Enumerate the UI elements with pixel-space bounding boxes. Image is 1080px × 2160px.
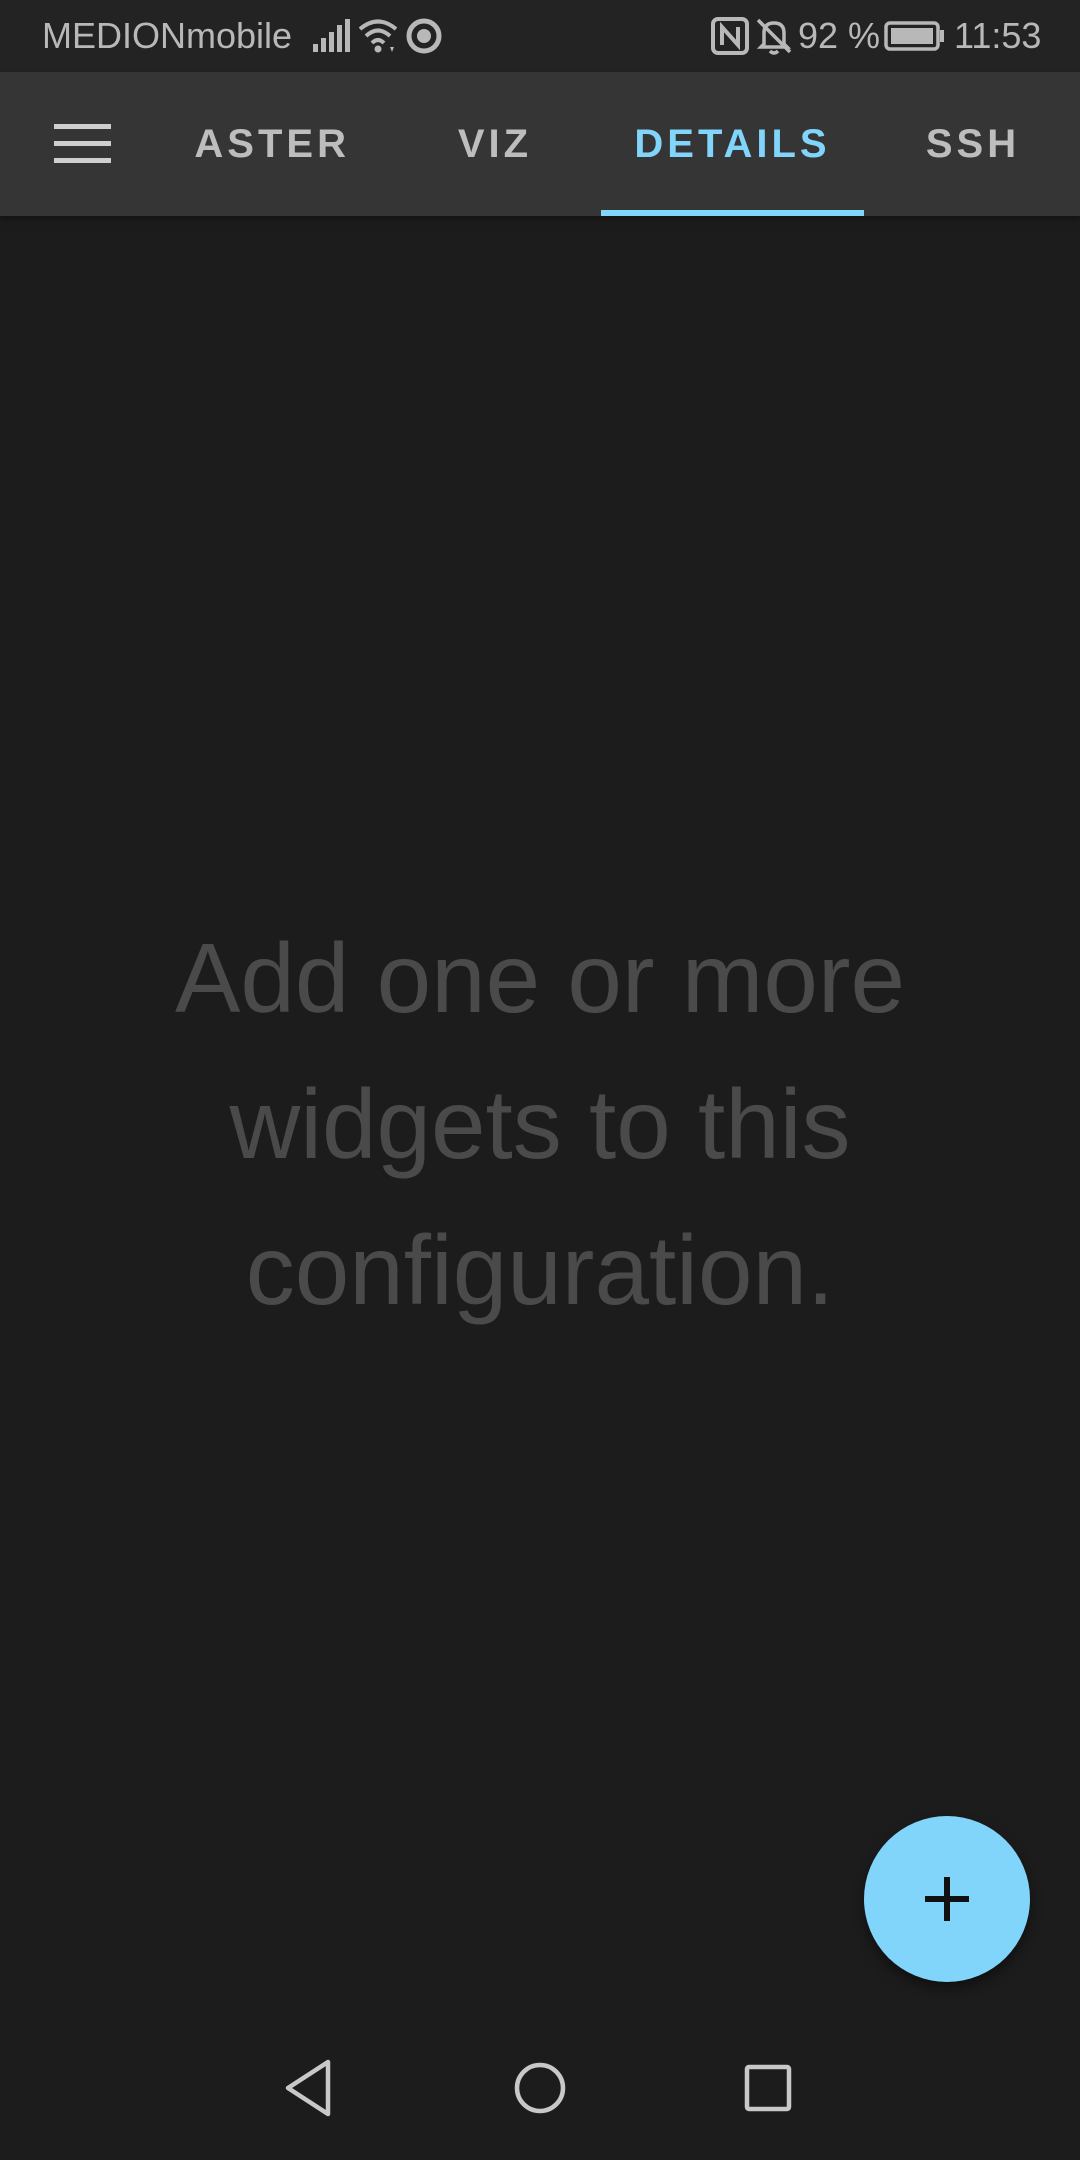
menu-button[interactable] <box>36 108 132 180</box>
battery-icon <box>884 21 944 51</box>
clock: 11:53 <box>954 15 1042 56</box>
status-bar: MEDIONmobile 92 % 11:53 <box>0 0 1080 72</box>
tab-details[interactable]: DETAILS <box>601 72 864 216</box>
wifi-icon <box>358 19 398 53</box>
home-icon[interactable] <box>500 2048 580 2128</box>
signal-icon <box>313 19 350 52</box>
tab-ssh-label: SSH <box>925 122 1021 166</box>
menu-icon <box>54 124 111 163</box>
app-bar: ASTER VIZ DETAILS SSH <box>0 72 1080 216</box>
navigation-bar <box>0 2016 1080 2160</box>
back-icon[interactable] <box>270 2048 350 2128</box>
selected-tab-indicator <box>601 210 864 216</box>
tab-viz[interactable]: VIZ <box>420 72 570 216</box>
tab-aster[interactable]: ASTER <box>140 72 370 216</box>
tab-ssh[interactable]: SSH <box>900 72 1046 216</box>
battery-percent: 92 % <box>798 15 881 56</box>
sync-icon <box>406 18 442 54</box>
screen: MEDIONmobile 92 % 11:53 ASTER VIZ DETAIL… <box>0 0 1080 2160</box>
empty-state-message: Add one or more widgets to this configur… <box>175 923 905 1325</box>
carrier-name: MEDIONmobile <box>42 15 293 56</box>
tab-details-label: DETAILS <box>634 122 831 166</box>
bell-off-icon <box>756 18 792 55</box>
recents-icon[interactable] <box>728 2048 808 2128</box>
tab-viz-label: VIZ <box>457 122 533 166</box>
add-widget-button[interactable] <box>864 1816 1030 1982</box>
nfc-icon <box>711 17 749 55</box>
tab-aster-label: ASTER <box>194 122 350 166</box>
add-icon <box>925 1877 969 1921</box>
